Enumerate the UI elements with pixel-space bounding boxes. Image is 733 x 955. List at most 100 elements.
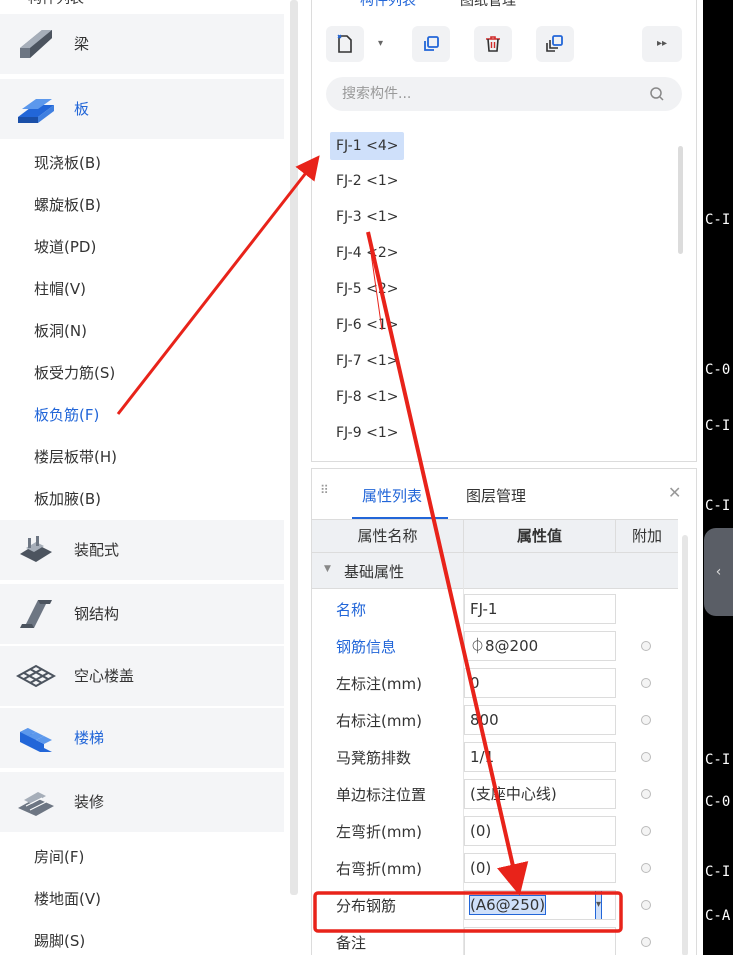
property-name: 左标注(mm) — [336, 675, 422, 693]
property-row-chair-rows: 马凳筋排数 1/1 — [312, 738, 678, 775]
tab-component-list[interactable]: 构件列表 — [360, 0, 416, 10]
new-component-button[interactable] — [326, 26, 364, 62]
category-label: 楼梯 — [74, 729, 105, 747]
category-decoration[interactable]: 装修 — [0, 772, 284, 832]
delete-component-button[interactable] — [474, 26, 512, 62]
component-item-fj-9[interactable]: FJ-9 <1> — [330, 419, 404, 447]
more-actions-button[interactable]: ▸▸ — [642, 26, 682, 62]
property-value-input[interactable]: (0) — [464, 853, 616, 883]
canvas-label: C-0 — [705, 362, 731, 378]
property-value-input[interactable]: (0) — [464, 816, 616, 846]
category-steel[interactable]: 钢结构 — [0, 584, 284, 644]
property-row-remark: 备注 — [312, 923, 678, 955]
nav-header: ⠿ 构件列表 — [0, 0, 300, 8]
close-icon[interactable]: ✕ — [668, 483, 681, 502]
canvas-label: C-A — [705, 908, 731, 924]
group-basic-properties[interactable]: ▼ 基础属性 — [312, 553, 678, 589]
category-prefab[interactable]: 装配式 — [0, 520, 284, 580]
property-name: 左弯折(mm) — [336, 823, 422, 841]
extra-checkbox[interactable] — [641, 678, 651, 688]
extra-checkbox[interactable] — [641, 863, 651, 873]
property-row-distribution-rebar: 分布钢筋 (A6@250) ▾ — [312, 886, 678, 923]
component-item-fj-7[interactable]: FJ-7 <1> — [330, 347, 404, 375]
component-list-panel: ⠿ 构件列表 图纸管理 ▾ ▸▸ FJ-1 <4> FJ-2 < — [311, 0, 697, 462]
extra-checkbox[interactable] — [641, 900, 651, 910]
property-panel: ⠿ 属性列表 图层管理 ✕ 属性名称 属性值 附加 ▼ 基础属性 名称 FJ-1… — [311, 468, 697, 955]
component-item-fj-6[interactable]: FJ-6 <1> — [330, 311, 404, 339]
search-component-input[interactable] — [326, 77, 682, 111]
nav-item-column-cap[interactable]: 柱帽(V) — [34, 278, 86, 299]
category-stairs[interactable]: 楼梯 — [0, 708, 284, 768]
collapse-arrow-icon[interactable]: ▼ — [324, 564, 331, 574]
collapse-panel-button[interactable]: ‹ — [704, 528, 733, 616]
property-name: 分布钢筋 — [336, 897, 397, 915]
nav-item-room[interactable]: 房间(F) — [34, 846, 84, 867]
prefab-icon — [20, 536, 52, 562]
tab-layer-management[interactable]: 图层管理 — [466, 485, 526, 506]
property-value-input[interactable]: (支座中心线) — [464, 779, 616, 809]
property-value-input[interactable] — [464, 927, 616, 955]
nav-item-slab-hole[interactable]: 板洞(N) — [34, 320, 87, 341]
property-row-right-bend: 右弯折(mm) (0) — [312, 849, 678, 886]
category-hollow-floor[interactable]: 空心楼盖 — [0, 646, 284, 706]
nav-scrollbar[interactable] — [290, 0, 298, 895]
nav-item-slab-main-rebar[interactable]: 板受力筋(S) — [34, 362, 115, 383]
drag-grip-icon[interactable]: ⠿ — [320, 483, 329, 497]
property-value-input[interactable]: FJ-1 — [464, 594, 616, 624]
layer-copy-icon — [546, 35, 563, 52]
drawing-canvas[interactable]: C-I C-0 C-I C-I C-I C-0 C-I C-A — [703, 0, 733, 955]
dropdown-arrow-icon[interactable]: ▾ — [378, 38, 383, 49]
search-icon[interactable] — [649, 86, 665, 102]
extra-checkbox[interactable] — [641, 937, 651, 947]
extra-checkbox[interactable] — [641, 752, 651, 762]
component-item-fj-8[interactable]: FJ-8 <1> — [330, 383, 404, 411]
tab-property-list[interactable]: 属性列表 — [362, 485, 422, 506]
nav-header-title: 构件列表 — [28, 0, 84, 8]
property-name: 右弯折(mm) — [336, 860, 422, 878]
property-scrollbar[interactable] — [682, 535, 688, 955]
extra-checkbox[interactable] — [641, 789, 651, 799]
nav-item-ramp[interactable]: 坡道(PD) — [34, 236, 96, 257]
property-row-left-bend: 左弯折(mm) (0) — [312, 812, 678, 849]
property-name: 名称 — [336, 601, 367, 619]
drag-grip-icon[interactable]: ⠿ — [6, 0, 15, 2]
component-item-fj-3[interactable]: FJ-3 <1> — [330, 203, 404, 231]
group-label: 基础属性 — [344, 563, 405, 581]
nav-item-skirting[interactable]: 踢脚(S) — [34, 930, 85, 951]
layer-copy-button[interactable] — [536, 26, 574, 62]
drag-grip-icon[interactable]: ⠿ — [320, 0, 329, 4]
property-value-input[interactable]: ⏀8@200 — [464, 631, 616, 661]
category-label: 梁 — [74, 35, 90, 53]
selected-value-text: (A6@250) — [468, 895, 547, 915]
extra-checkbox[interactable] — [641, 715, 651, 725]
component-item-fj-5[interactable]: FJ-5 <2> — [330, 275, 404, 303]
dropdown-arrow-icon[interactable]: ▾ — [594, 891, 603, 919]
nav-item-floor-surface[interactable]: 楼地面(V) — [34, 888, 101, 909]
component-list-scrollbar[interactable] — [678, 146, 683, 254]
nav-item-floor-slab-band[interactable]: 楼层板带(H) — [34, 446, 117, 467]
component-item-fj-2[interactable]: FJ-2 <1> — [330, 167, 404, 195]
extra-checkbox[interactable] — [641, 826, 651, 836]
beam-icon — [20, 30, 52, 58]
property-row-right-mark: 右标注(mm) 800 — [312, 701, 678, 738]
category-slab[interactable]: 板 — [0, 79, 284, 139]
nav-item-slab-negative-rebar[interactable]: 板负筋(F) — [34, 404, 99, 425]
property-value-input[interactable]: 800 — [464, 705, 616, 735]
component-item-fj-1[interactable]: FJ-1 <4> — [330, 132, 405, 160]
column-header-value: 属性值 — [464, 520, 616, 552]
component-item-fj-4[interactable]: FJ-4 <2> — [330, 239, 404, 267]
copy-component-button[interactable] — [412, 26, 450, 62]
property-tabs: ⠿ 属性列表 图层管理 ✕ — [312, 469, 696, 519]
property-value-input[interactable]: 1/1 — [464, 742, 616, 772]
copy-icon — [424, 36, 439, 51]
tab-drawing-management[interactable]: 图纸管理 — [460, 0, 516, 10]
nav-item-slab-haunch[interactable]: 板加腋(B) — [34, 488, 101, 509]
nav-item-cast-slab[interactable]: 现浇板(B) — [34, 152, 101, 173]
nav-item-spiral-slab[interactable]: 螺旋板(B) — [34, 194, 101, 215]
canvas-label: C-I — [705, 418, 731, 434]
property-value-dropdown[interactable]: (A6@250) ▾ — [464, 890, 616, 920]
category-beam[interactable]: 梁 — [0, 14, 284, 74]
extra-checkbox[interactable] — [641, 641, 651, 651]
property-value-input[interactable]: 0 — [464, 668, 616, 698]
property-row-single-mark-position: 单边标注位置 (支座中心线) — [312, 775, 678, 812]
